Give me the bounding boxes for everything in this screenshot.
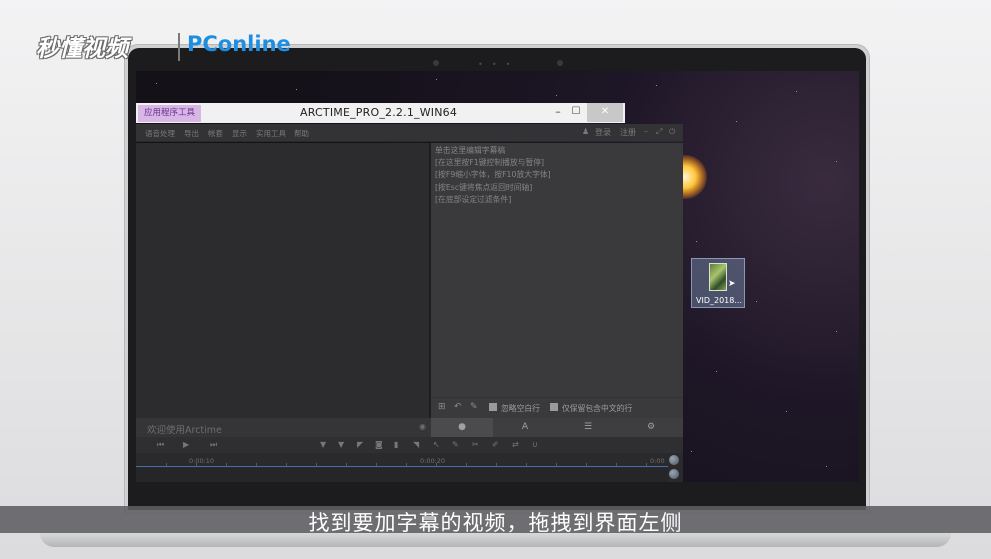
subtitle-toolbar: ⊞ ↶ ✎ 忽略空白行 仅保留包含中文的行 (431, 397, 683, 418)
edit-icon[interactable]: ✎ (452, 440, 459, 449)
menu-item-tools[interactable]: 实用工具 (256, 128, 286, 139)
register-link[interactable]: 注册 (620, 127, 636, 138)
watermark-separator (178, 33, 180, 61)
pconline-logo: PConline (187, 32, 291, 56)
chinese-only-label: 仅保留包含中文的行 (562, 404, 633, 413)
marker-in-icon[interactable]: ▼ (320, 440, 326, 449)
caption-bar: 找到要加字幕的视频，拖拽到界面左侧 (0, 506, 991, 535)
time-label-20s: 0:00:20 (420, 457, 446, 465)
timeline[interactable]: 0:00:10 0:00:20 0:00 (136, 453, 683, 482)
chat-icon[interactable]: ● (431, 418, 493, 437)
video-preview-area[interactable] (136, 143, 429, 418)
camera-icon[interactable]: ◙ (375, 440, 383, 449)
arrow-tool-icon[interactable]: ◥ (413, 440, 419, 449)
close-button[interactable]: ✕ (587, 103, 623, 122)
caption-text: 找到要加字幕的视频，拖拽到界面左侧 (308, 511, 683, 535)
menu-bar: 语音处理 导出 帐套 显示 实用工具 帮助 ♟ 登录 注册 – ⤢ ⏻ (136, 124, 683, 142)
eye-icon[interactable]: ◉ (419, 422, 426, 431)
bookmark-icon[interactable]: ▮ (394, 440, 398, 449)
maximize-button[interactable]: ☐ (569, 103, 583, 122)
subtitle-hint: [按F9缩小字体，按F10放大字体] (435, 170, 551, 180)
font-icon[interactable]: A (494, 418, 556, 437)
menu-item-audio[interactable]: 语音处理 (145, 128, 175, 139)
skip-blank-checkbox[interactable] (489, 403, 497, 411)
time-label-end: 0:00 (650, 457, 665, 465)
menu-item-account[interactable]: 帐套 (208, 128, 223, 139)
panel-tabs: ● A ☰ ⚙ (431, 418, 683, 437)
subtitle-editor[interactable]: 单击这里编辑字幕稿 [在这里按F1键控制播放与暂停] [按F9缩小字体，按F10… (431, 143, 683, 397)
time-label-10s: 0:00:10 (189, 457, 215, 465)
swap-icon[interactable]: ⇄ (512, 440, 519, 449)
fullscreen-icon[interactable]: ⤢ (656, 127, 662, 137)
timeline-track[interactable] (136, 468, 668, 482)
play-icon[interactable]: ▶ (183, 440, 189, 449)
subtitle-hint: [在这里按F1键控制播放与暂停] (435, 158, 545, 168)
camera-left-dot (433, 60, 439, 66)
select-icon[interactable]: ↖ (433, 440, 440, 449)
welcome-bar: 欢迎使用Arctime ◉ (136, 418, 431, 437)
insert-icon[interactable]: ⊞ (438, 402, 446, 412)
desktop-file-label: VID_2018... (696, 296, 742, 305)
power-icon[interactable]: ⏻ (669, 127, 675, 137)
camera-right-dot (557, 60, 563, 66)
cut-icon[interactable]: ✂ (472, 440, 479, 449)
video-thumbnail-icon (709, 263, 727, 291)
welcome-text: 欢迎使用Arctime (147, 425, 222, 436)
skip-blank-label: 忽略空白行 (501, 404, 540, 413)
miaodong-logo: 秒懂视频 (36, 36, 128, 62)
mouse-cursor-icon: ➤ (728, 279, 736, 289)
minimize-button[interactable]: – (551, 103, 565, 122)
transport-bar: ⏮ ▶ ⏭ ▼ ▼ ◤ ◙ ▮ ◥ ↖ ✎ ✂ ✐ ⇄ ∪ (136, 437, 683, 453)
camera-center-dots: ••• (478, 60, 520, 69)
brush-icon[interactable]: ✐ (492, 440, 499, 449)
window-title: ARCTIME_PRO_2.2.1_WIN64 (300, 106, 458, 119)
flag-icon[interactable]: ◤ (357, 440, 363, 449)
window-titlebar[interactable]: 应用程序工具 ARCTIME_PRO_2.2.1_WIN64 – ☐ ✕ (136, 103, 625, 123)
menu-item-help[interactable]: 帮助 (294, 128, 309, 139)
magnet-icon[interactable]: ∪ (532, 440, 538, 449)
video-frame: ••• ➤ VID_2018... 应用程序工具 ARCTIME_PRO_2.2… (0, 0, 991, 559)
undo-icon[interactable]: ↶ (454, 402, 462, 412)
chinese-only-checkbox[interactable] (550, 403, 558, 411)
gear-icon[interactable]: ⚙ (620, 418, 682, 437)
pen-icon[interactable]: ✎ (470, 402, 478, 412)
app-tools-tab[interactable]: 应用程序工具 (138, 105, 202, 122)
subtitle-hint: [在底部设定过滤条件] (435, 194, 512, 204)
collapse-icon[interactable]: – (644, 127, 648, 136)
login-link[interactable]: 登录 (595, 127, 611, 138)
subtitle-hint: 单击这里编辑字幕稿 (435, 146, 506, 155)
timeline-ruler[interactable]: 0:00:10 0:00:20 0:00 (136, 453, 668, 467)
list-icon[interactable]: ☰ (557, 418, 619, 437)
user-icon: ♟ (582, 127, 590, 136)
marker-out-icon[interactable]: ▼ (338, 440, 344, 449)
prev-icon[interactable]: ⏮ (157, 440, 164, 450)
menu-item-view[interactable]: 显示 (232, 128, 247, 139)
zoom-knob-bottom[interactable] (669, 469, 679, 479)
zoom-knob-top[interactable] (669, 455, 679, 465)
subtitle-hint: [按Esc键将焦点返回时间轴] (435, 182, 533, 192)
desktop-video-file[interactable]: ➤ VID_2018... (691, 258, 745, 308)
menu-item-export[interactable]: 导出 (184, 128, 199, 139)
next-icon[interactable]: ⏭ (210, 440, 217, 450)
